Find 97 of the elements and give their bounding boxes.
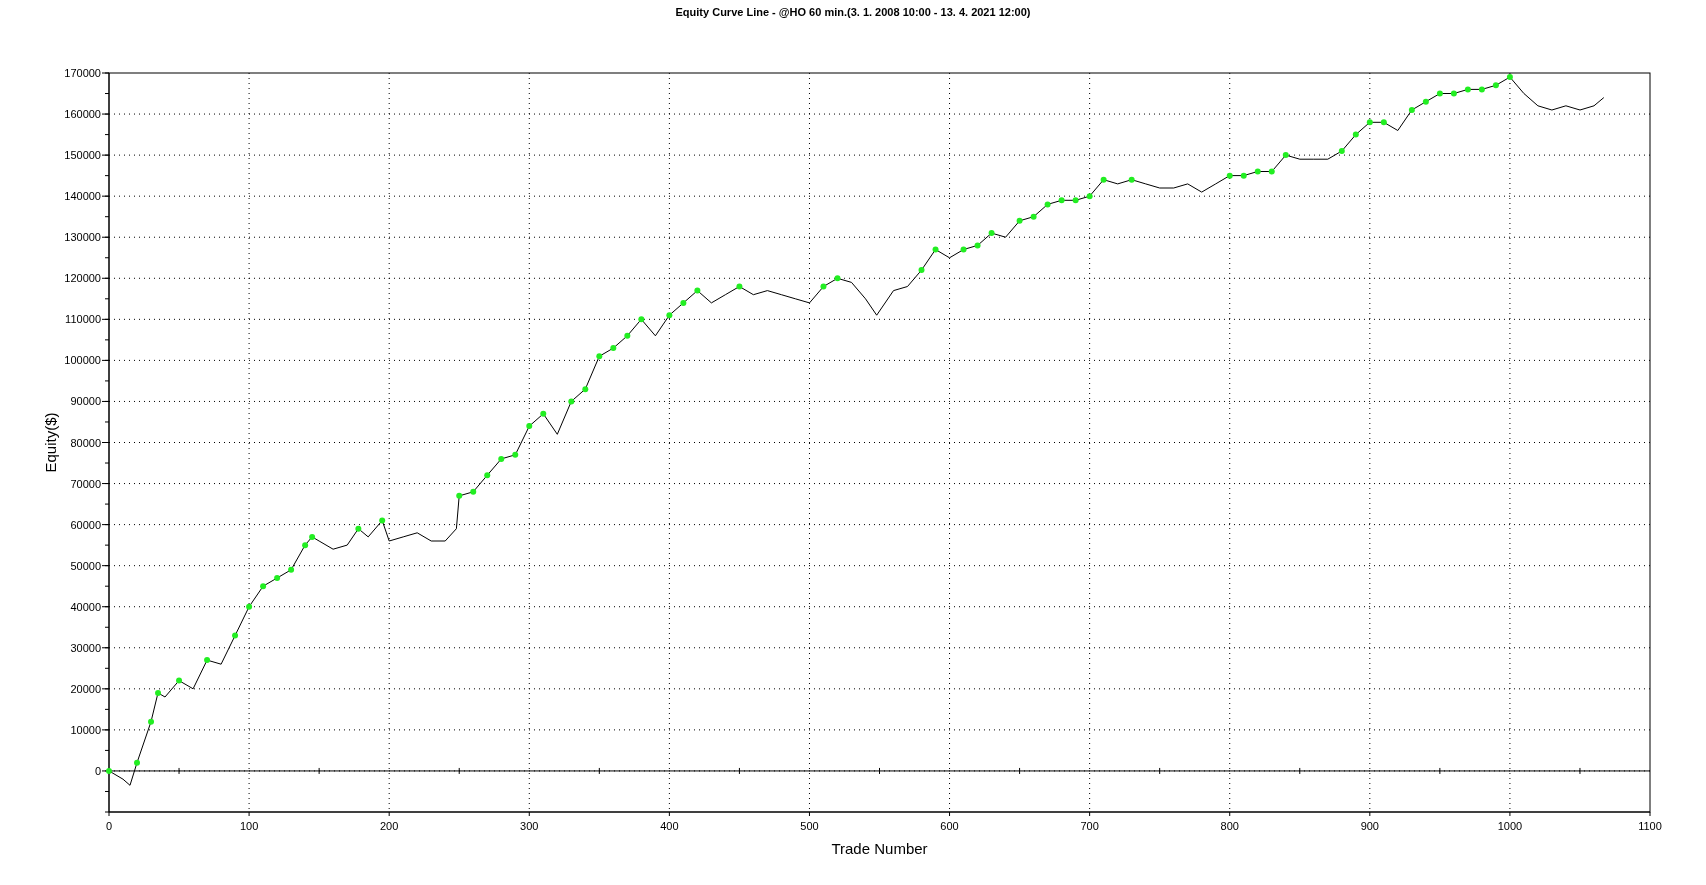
new-high-marker <box>204 657 211 664</box>
y-tick-label: 70000 <box>70 477 101 490</box>
y-tick-label: 30000 <box>70 641 101 654</box>
y-tick-label: 10000 <box>70 723 101 736</box>
new-high-marker <box>470 488 477 495</box>
new-high-marker <box>582 386 589 393</box>
new-high-marker <box>512 451 519 458</box>
new-high-marker <box>974 242 981 249</box>
y-tick-label: 50000 <box>70 559 101 572</box>
new-high-marker <box>1338 148 1345 154</box>
new-high-marker <box>610 345 617 352</box>
new-high-marker <box>1380 119 1387 126</box>
x-tick-label: 400 <box>660 820 679 832</box>
new-high-marker <box>1450 90 1457 97</box>
new-high-marker <box>1506 74 1513 81</box>
new-high-marker <box>918 267 925 274</box>
y-tick-label: 160000 <box>64 108 101 121</box>
y-tick-label: 120000 <box>64 272 101 285</box>
new-high-marker <box>1016 217 1023 224</box>
new-high-marker <box>1352 131 1359 138</box>
x-axis-title: Trade Number <box>831 840 928 857</box>
new-high-marker <box>1436 90 1443 97</box>
new-high-marker <box>456 492 463 499</box>
y-tick-label: 170000 <box>64 67 101 79</box>
x-tick-label: 1100 <box>1638 820 1662 832</box>
new-high-marker <box>540 410 547 417</box>
y-tick-label: 100000 <box>64 354 101 367</box>
new-high-marker <box>176 677 183 684</box>
new-high-marker <box>1030 213 1037 220</box>
new-high-marker <box>1058 197 1065 204</box>
new-high-marker <box>1044 201 1051 208</box>
new-high-marker <box>148 718 155 725</box>
new-high-marker <box>526 423 533 430</box>
new-high-marker <box>1282 152 1289 159</box>
x-tick-label: 200 <box>380 820 399 832</box>
new-high-marker <box>309 533 316 540</box>
new-high-marker <box>1366 119 1373 126</box>
new-high-marker <box>638 316 645 323</box>
chart-title: Equity Curve Line - @HO 60 min.(3. 1. 2008 10:00 - 13. 4. 2021 12:00) <box>675 6 1031 20</box>
new-high-marker <box>1128 176 1135 183</box>
new-high-marker <box>355 525 362 532</box>
y-tick-label: 40000 <box>70 600 101 613</box>
new-high-marker <box>988 230 995 237</box>
new-high-marker <box>302 542 309 549</box>
new-high-marker <box>1478 86 1485 93</box>
new-high-marker <box>596 353 603 360</box>
new-high-marker <box>1492 82 1499 89</box>
x-tick-label: 300 <box>520 820 539 832</box>
new-high-marker <box>379 517 386 524</box>
new-high-marker <box>932 246 939 253</box>
new-high-marker <box>1464 86 1471 93</box>
x-tick-label: 800 <box>1220 820 1239 832</box>
new-high-marker <box>1422 98 1429 105</box>
new-high-marker <box>155 689 162 696</box>
y-tick-label: 140000 <box>64 190 101 203</box>
new-high-marker <box>666 312 673 319</box>
y-tick-label: 150000 <box>64 149 101 162</box>
y-tick-label: 20000 <box>70 682 101 695</box>
y-tick-label: 0 <box>94 764 101 777</box>
new-high-marker <box>106 767 112 774</box>
x-tick-label: 100 <box>239 820 259 832</box>
new-high-marker <box>484 472 491 479</box>
y-tick-label: 80000 <box>70 436 101 449</box>
new-high-marker <box>694 287 701 294</box>
new-high-marker <box>1072 197 1079 204</box>
x-tick-label: 0 <box>105 820 113 832</box>
new-high-marker <box>498 455 505 462</box>
y-tick-label: 110000 <box>65 313 101 326</box>
y-tick-label: 60000 <box>70 518 101 531</box>
new-high-marker <box>274 575 281 581</box>
new-high-marker <box>1408 106 1415 113</box>
new-high-marker <box>820 283 827 290</box>
x-tick-label: 600 <box>940 820 959 832</box>
new-high-marker <box>1086 193 1093 200</box>
y-tick-label: 90000 <box>70 395 101 408</box>
new-high-marker <box>624 332 631 339</box>
new-high-marker <box>960 246 967 253</box>
new-high-marker <box>1100 176 1107 183</box>
new-high-marker <box>568 398 575 405</box>
new-high-marker <box>680 299 687 306</box>
x-tick-label: 900 <box>1360 820 1379 832</box>
new-high-marker <box>1226 172 1233 179</box>
new-high-marker <box>134 759 140 766</box>
y-tick-label: 130000 <box>64 231 101 244</box>
new-high-marker <box>1254 168 1261 175</box>
x-tick-label: 1000 <box>1497 820 1523 832</box>
new-high-marker <box>1268 168 1275 175</box>
x-tick-label: 700 <box>1080 820 1099 832</box>
new-high-marker <box>834 275 841 282</box>
y-axis-title: Equity($) <box>42 412 59 473</box>
new-high-marker <box>246 603 253 610</box>
new-high-marker <box>288 566 295 573</box>
new-high-marker <box>232 632 239 639</box>
x-tick-label: 500 <box>800 820 819 832</box>
new-high-marker <box>260 583 267 590</box>
new-high-marker <box>736 283 743 290</box>
new-high-marker <box>1240 172 1247 179</box>
